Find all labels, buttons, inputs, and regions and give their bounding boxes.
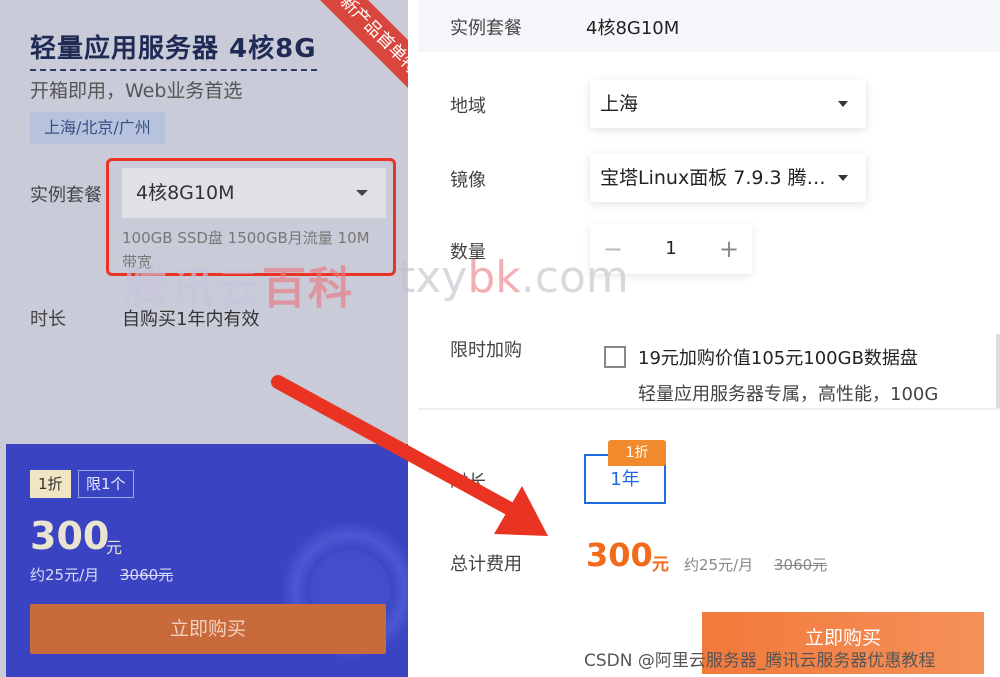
watermark-text: 百科 <box>262 263 354 314</box>
order-config-panel: 实例套餐 4核8G10M 地域 上海 镜像 宝塔Linux面板 7.9.3 腾…… <box>418 0 1000 677</box>
image-select-value: 宝塔Linux面板 7.9.3 腾… <box>600 167 826 189</box>
watermark: 腾讯云百科 <box>124 252 354 316</box>
promo-ribbon: 新产品首单特惠 <box>312 0 408 114</box>
region-select[interactable]: 上海 <box>590 80 866 128</box>
caret-down-icon <box>838 175 848 181</box>
price-unit: 元 <box>106 538 123 557</box>
total-monthly-price: 约25元/月 <box>684 556 754 574</box>
watermark-text: txy <box>398 252 468 303</box>
plus-button[interactable]: + <box>706 224 752 274</box>
region-label: 地域 <box>450 96 486 117</box>
spec-label: 实例套餐 <box>30 185 102 206</box>
watermark-text: .com <box>520 252 629 303</box>
product-title: 轻量应用服务器 4核8G <box>30 28 317 71</box>
price-value: 300 <box>30 514 110 558</box>
addon-checkbox[interactable] <box>604 346 626 368</box>
image-label: 镜像 <box>450 170 486 191</box>
addon-option: 19元加购价值105元100GB数据盘 轻量应用服务器专属，高性能，100G <box>586 334 1000 408</box>
original-price: 3060元 <box>120 566 174 584</box>
addon-label: 限时加购 <box>450 340 522 361</box>
region-select-value: 上海 <box>600 93 639 115</box>
quantity-input[interactable]: 1 <box>636 224 706 274</box>
watermark-text: 腾讯云 <box>124 263 262 314</box>
buy-now-button[interactable]: 立即购买 <box>30 604 386 654</box>
spec-label: 实例套餐 <box>450 18 522 39</box>
limit-badge: 限1个 <box>78 470 134 498</box>
product-subtitle: 开箱即用，Web业务首选 <box>30 80 243 102</box>
scrollbar[interactable] <box>996 334 1000 408</box>
duration-label: 时长 <box>30 309 66 330</box>
total-price-unit: 元 <box>652 555 669 575</box>
total-label: 总计费用 <box>450 554 522 575</box>
duration-discount-badge: 1折 <box>608 440 666 466</box>
total-price: 300 <box>586 536 653 574</box>
image-select[interactable]: 宝塔Linux面板 7.9.3 腾… <box>590 154 866 202</box>
monthly-price: 约25元/月 <box>30 566 100 584</box>
author-credit: CSDN @阿里云服务器_腾讯云服务器优惠教程 <box>584 651 936 671</box>
watermark-text: bk <box>467 252 521 303</box>
left-product-card: 新产品首单特惠 轻量应用服务器 4核8G 开箱即用，Web业务首选 上海/北京/… <box>0 0 408 677</box>
watermark: txybk.com <box>398 252 629 303</box>
caret-down-icon <box>838 101 848 107</box>
spec-value: 4核8G10M <box>586 18 680 39</box>
region-tag: 上海/北京/广州 <box>30 112 165 144</box>
addon-title: 19元加购价值105元100GB数据盘 <box>638 348 918 369</box>
duration-label: 时长 <box>450 472 486 493</box>
total-original-price: 3060元 <box>774 556 828 574</box>
discount-badge: 1折 <box>30 470 71 498</box>
divider <box>418 408 1000 410</box>
addon-description: 轻量应用服务器专属，高性能，100G <box>638 384 939 405</box>
